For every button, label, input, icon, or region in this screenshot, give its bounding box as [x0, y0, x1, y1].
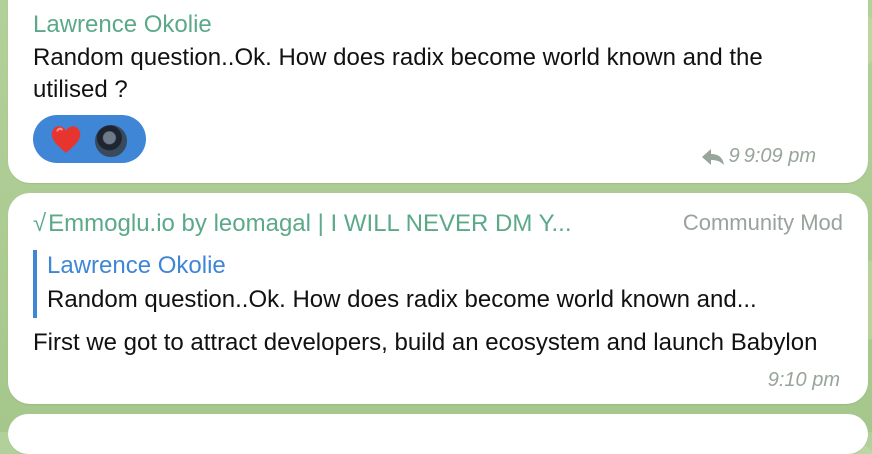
message-meta: 9 9:09 pm: [701, 145, 816, 168]
sender-name[interactable]: Emmoglu.io by leomagal | I WILL NEVER DM…: [48, 210, 571, 238]
message-bubble[interactable]: √ Emmoglu.io by leomagal | I WILL NEVER …: [8, 193, 868, 404]
message-text: First we got to attract developers, buil…: [33, 329, 818, 356]
quote-sender: Lawrence Okolie: [47, 252, 226, 279]
avatar: [93, 123, 129, 159]
sender-name[interactable]: Lawrence Okolie: [33, 11, 212, 39]
reply-count: 9: [728, 145, 740, 167]
message-bubble[interactable]: Lawrence Okolie Random question..Ok. How…: [8, 0, 868, 183]
heart-icon: [51, 126, 81, 153]
reply-icon: [701, 148, 724, 165]
verified-check-icon: √: [33, 210, 47, 237]
message-time: 9:10 pm: [767, 369, 840, 391]
reaction-chip[interactable]: [33, 115, 146, 163]
reply-quote[interactable]: Lawrence Okolie Random question..Ok. How…: [33, 250, 843, 318]
message-text: Random question..Ok. How does radix beco…: [33, 44, 763, 103]
quote-text: Random question..Ok. How does radix beco…: [47, 286, 757, 313]
message-time: 9:09 pm: [743, 145, 816, 167]
role-badge: Community Mod: [682, 210, 843, 235]
message-bubble[interactable]: [8, 414, 868, 454]
sender-row: √ Emmoglu.io by leomagal | I WILL NEVER …: [33, 210, 843, 238]
